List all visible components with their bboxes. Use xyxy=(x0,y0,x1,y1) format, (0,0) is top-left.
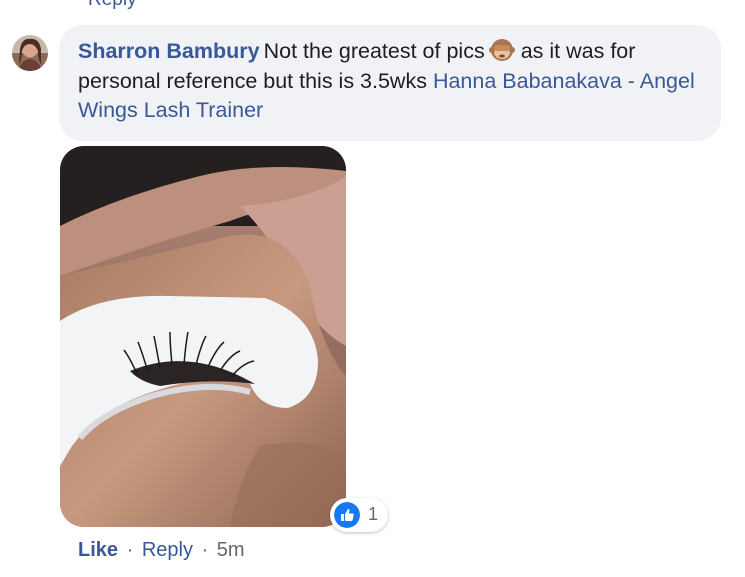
comment-author-link[interactable]: Sharron Bambury xyxy=(78,39,260,63)
previous-reply-clip: Reply xyxy=(88,0,137,11)
action-separator: · xyxy=(201,539,209,561)
reaction-count: 1 xyxy=(368,504,379,524)
comment-actions: Like · Reply · 5m xyxy=(78,539,245,562)
comment-photo[interactable] xyxy=(60,146,346,527)
reaction-summary[interactable]: 1 xyxy=(330,498,388,532)
eyelash-photo-image xyxy=(60,146,346,527)
like-button[interactable]: Like xyxy=(78,539,118,561)
comment-timestamp[interactable]: 5m xyxy=(217,539,245,561)
commenter-avatar[interactable] xyxy=(12,35,48,71)
reply-button[interactable]: Reply xyxy=(142,539,193,561)
like-reaction-icon xyxy=(334,502,360,528)
comment-text-start: Not the greatest of pics xyxy=(263,39,485,63)
monkey-see-no-evil-icon xyxy=(488,37,515,63)
avatar-image xyxy=(12,35,48,71)
action-separator: · xyxy=(126,539,134,561)
comment-bubble: Sharron Bambury Not the greatest of pics … xyxy=(59,25,721,141)
